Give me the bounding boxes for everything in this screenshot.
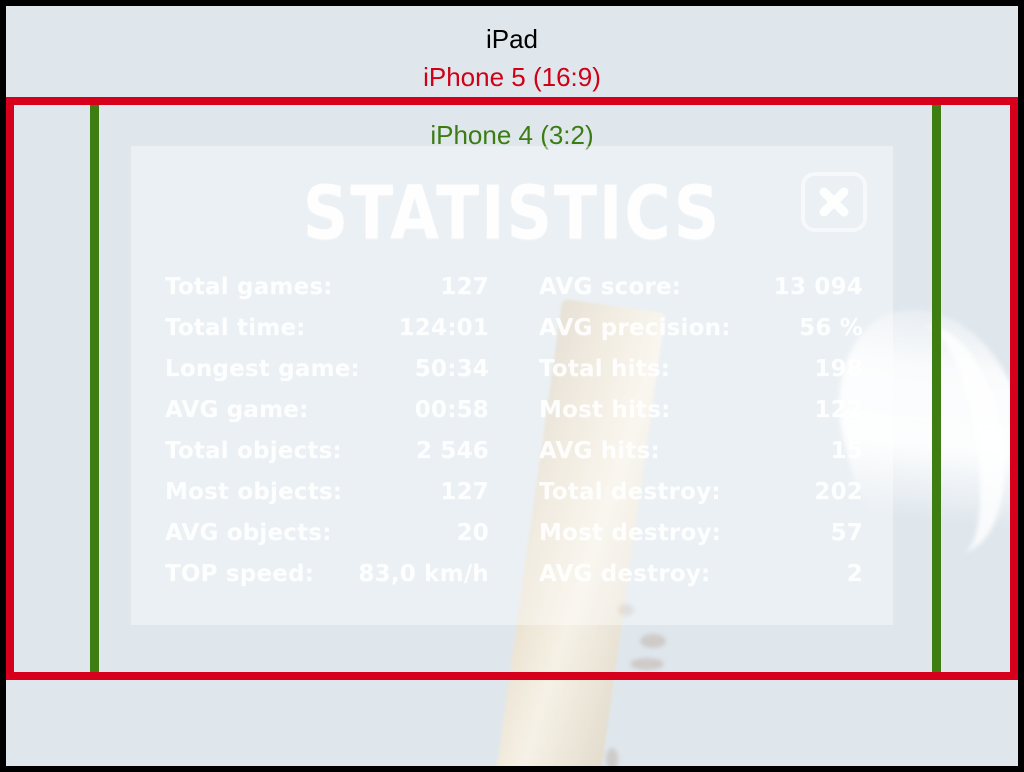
hammer-handle-knot xyxy=(640,634,666,648)
stat-label: Total time: xyxy=(165,315,306,341)
stat-value: 56 % xyxy=(799,315,863,341)
guide-line-iphone5-top xyxy=(6,97,1018,105)
stat-label: Most hits: xyxy=(539,397,671,423)
statistics-columns: Total games: 127 Total time: 124:01 Long… xyxy=(131,274,893,602)
statistics-dialog: STATISTICS Total games: 127 Total time: … xyxy=(131,146,893,625)
guide-line-iphone5-bottom xyxy=(6,672,1018,680)
guide-line-iphone4-right xyxy=(932,101,941,672)
stat-row: Total games: 127 xyxy=(165,274,489,315)
stat-value: 57 xyxy=(830,520,863,546)
stat-label: Total games: xyxy=(165,274,333,300)
stat-label: AVG destroy: xyxy=(539,561,711,587)
stat-row: Total time: 124:01 xyxy=(165,315,489,356)
stat-label: Most objects: xyxy=(165,479,343,505)
stat-row: Most objects: 127 xyxy=(165,479,489,520)
stat-row: Total objects: 2 546 xyxy=(165,438,489,479)
stat-value: 2 546 xyxy=(415,438,489,464)
stat-value: 15 xyxy=(830,438,863,464)
close-button[interactable] xyxy=(801,172,867,232)
stat-label: Most destroy: xyxy=(539,520,722,546)
stat-value: 20 xyxy=(456,520,489,546)
close-icon xyxy=(817,185,851,219)
stat-value: 127 xyxy=(440,274,489,300)
stat-label: Longest game: xyxy=(165,356,360,382)
guide-line-iphone5-right xyxy=(1010,97,1018,680)
stat-row: AVG game: 00:58 xyxy=(165,397,489,438)
statistics-column-right: AVG score: 13 094 AVG precision: 56 % To… xyxy=(539,274,863,602)
guide-line-iphone4-left xyxy=(90,101,99,672)
stat-label: AVG score: xyxy=(539,274,682,300)
stat-row: AVG precision: 56 % xyxy=(539,315,863,356)
stat-value: 202 xyxy=(814,479,863,505)
stat-row: AVG destroy: 2 xyxy=(539,561,863,602)
stat-row: AVG score: 13 094 xyxy=(539,274,863,315)
guide-label-ipad: iPad xyxy=(485,24,539,54)
stat-label: AVG objects: xyxy=(165,520,332,546)
stat-value: 00:58 xyxy=(414,397,489,423)
stat-row: Most destroy: 57 xyxy=(539,520,863,561)
statistics-column-left: Total games: 127 Total time: 124:01 Long… xyxy=(165,274,489,602)
stat-label: TOP speed: xyxy=(165,561,315,587)
stat-value: 198 xyxy=(814,356,863,382)
stat-label: Total objects: xyxy=(165,438,342,464)
stat-value: 122 xyxy=(814,397,863,423)
stat-value: 13 094 xyxy=(773,274,863,300)
guide-line-iphone5-left xyxy=(6,97,14,680)
stat-label: AVG hits: xyxy=(539,438,660,464)
stat-value: 50:34 xyxy=(414,356,489,382)
stat-value: 127 xyxy=(440,479,489,505)
stat-row: Longest game: 50:34 xyxy=(165,356,489,397)
stat-row: AVG objects: 20 xyxy=(165,520,489,561)
stat-label: AVG precision: xyxy=(539,315,731,341)
guide-label-iphone4: iPhone 4 (3:2) xyxy=(430,120,594,150)
stat-label: AVG game: xyxy=(165,397,309,423)
stat-value: 83,0 km/h xyxy=(358,561,489,587)
stat-row: Total destroy: 202 xyxy=(539,479,863,520)
stat-label: Total destroy: xyxy=(539,479,721,505)
dialog-title: STATISTICS xyxy=(302,170,722,257)
stat-row: Total hits: 198 xyxy=(539,356,863,397)
stat-row: AVG hits: 15 xyxy=(539,438,863,479)
stat-row: TOP speed: 83,0 km/h xyxy=(165,561,489,602)
stat-row: Most hits: 122 xyxy=(539,397,863,438)
stat-value: 124:01 xyxy=(398,315,489,341)
hammer-handle-knot xyxy=(630,658,664,670)
stat-value: 2 xyxy=(846,561,863,587)
hammer-handle-knot xyxy=(606,748,618,766)
stat-label: Total hits: xyxy=(539,356,671,382)
device-preview-canvas: iPad iPhone 5 (16:9) iPhone 4 (3:2) STAT… xyxy=(6,6,1018,766)
guide-label-iphone5: iPhone 5 (16:9) xyxy=(423,62,601,92)
screen-root: iPad iPhone 5 (16:9) iPhone 4 (3:2) STAT… xyxy=(0,0,1024,772)
